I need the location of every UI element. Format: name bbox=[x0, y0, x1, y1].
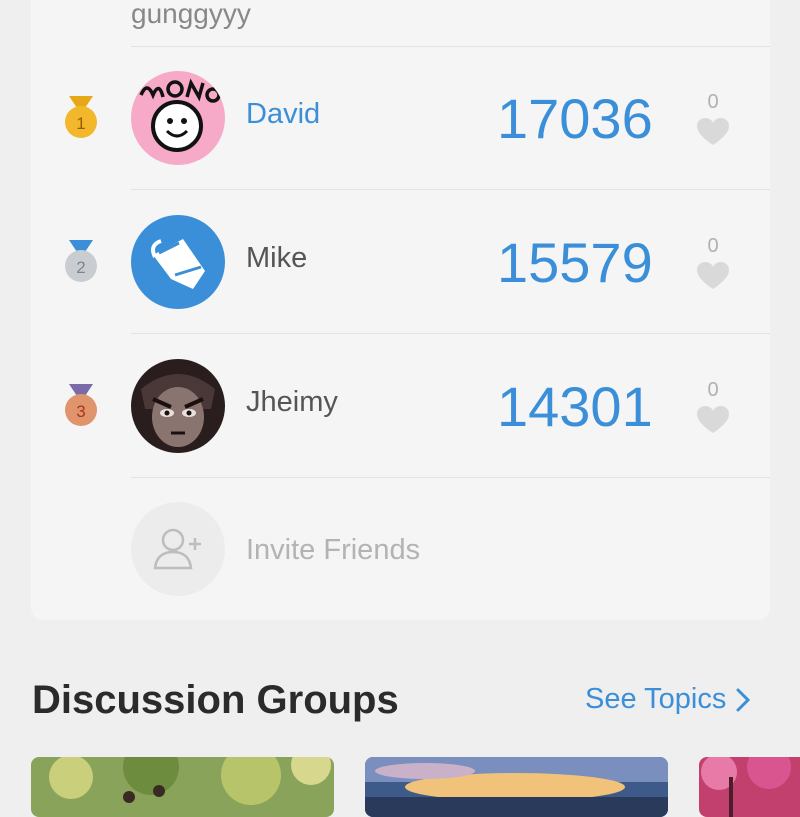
player-score: 14301 bbox=[497, 375, 653, 438]
player-name: Mike bbox=[246, 242, 308, 274]
like-button[interactable]: 0 bbox=[695, 380, 731, 440]
anime-face-avatar-icon bbox=[131, 359, 225, 453]
leaderboard-card: gunggyyy 1 David 17036 0 2 Mike 15579 0 … bbox=[31, 0, 770, 620]
avatar-david[interactable] bbox=[131, 71, 225, 165]
leaderboard-row-1[interactable]: 1 David 17036 0 bbox=[31, 46, 770, 190]
see-topics-label: See Topics bbox=[585, 683, 727, 715]
player-score: 15579 bbox=[497, 231, 653, 294]
section-title: Discussion Groups bbox=[32, 678, 399, 722]
avatar-mike[interactable] bbox=[131, 215, 225, 309]
like-count: 0 bbox=[707, 91, 719, 113]
player-score: 17036 bbox=[497, 87, 653, 150]
invite-friends-label: Invite Friends bbox=[246, 534, 421, 566]
medal-rank-2: 2 bbox=[76, 258, 85, 277]
avatar-jheimy[interactable] bbox=[131, 359, 225, 453]
anime-sky-photo bbox=[365, 757, 668, 817]
heart-icon bbox=[697, 118, 729, 145]
blossom-photo bbox=[699, 757, 800, 817]
previous-item-name: gunggyyy bbox=[131, 0, 251, 29]
bronze-medal-icon: 3 bbox=[65, 384, 97, 426]
group-thumbnail[interactable] bbox=[699, 757, 800, 817]
mono-face-avatar-icon bbox=[131, 71, 225, 165]
like-button[interactable]: 0 bbox=[695, 236, 731, 296]
discussion-groups-carousel[interactable] bbox=[0, 757, 800, 817]
previous-list-item[interactable]: gunggyyy bbox=[131, 0, 770, 47]
see-topics-link[interactable]: See Topics bbox=[585, 683, 751, 716]
chevron-right-icon bbox=[736, 688, 751, 711]
player-name: Jheimy bbox=[246, 386, 338, 418]
like-button[interactable]: 0 bbox=[695, 92, 731, 152]
medal-rank-1: 1 bbox=[76, 114, 85, 133]
silver-medal-icon: 2 bbox=[65, 240, 97, 282]
player-name: David bbox=[246, 98, 321, 130]
heart-icon bbox=[697, 406, 729, 433]
mask-avatar-icon bbox=[131, 215, 225, 309]
medal-rank-3: 3 bbox=[76, 402, 85, 421]
heart-icon bbox=[697, 262, 729, 289]
group-thumbnail[interactable] bbox=[365, 757, 668, 817]
add-user-icon bbox=[153, 528, 201, 570]
invite-friends-row[interactable]: Invite Friends bbox=[31, 478, 770, 622]
like-count: 0 bbox=[707, 235, 719, 257]
forest-photo bbox=[31, 757, 334, 817]
invite-avatar bbox=[131, 502, 225, 596]
leaderboard-row-3[interactable]: 3 Jheimy 14301 0 bbox=[31, 334, 770, 478]
group-thumbnail[interactable] bbox=[31, 757, 334, 817]
leaderboard-row-2[interactable]: 2 Mike 15579 0 bbox=[31, 190, 770, 334]
gold-medal-icon: 1 bbox=[65, 96, 97, 138]
like-count: 0 bbox=[707, 379, 719, 401]
